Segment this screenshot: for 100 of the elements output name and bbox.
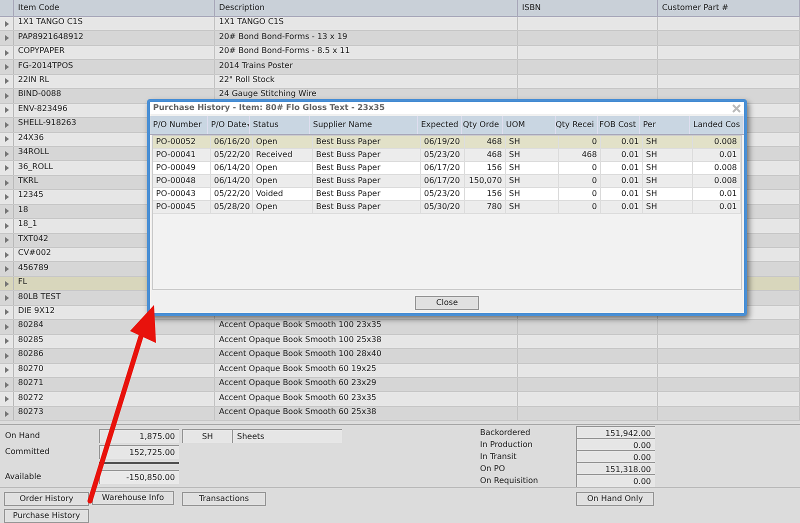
table-cell: Best Buss Paper: [316, 149, 380, 161]
column-header[interactable]: Per: [643, 119, 656, 131]
column-header[interactable]: ISBN: [522, 2, 541, 14]
close-icon[interactable]: [732, 104, 741, 112]
grid-row[interactable]: 80273 Accent Opaque Book Smooth 60 25x38: [0, 406, 800, 422]
expand-icon[interactable]: [4, 280, 8, 287]
expand-icon[interactable]: [4, 352, 8, 359]
table-row[interactable]: PO-00048 06/14/20 Open Best Buss Paper 06/17/20 150,070 SH 0 0.01 SH 0.008: [153, 175, 741, 188]
table-cell: SH: [646, 136, 658, 148]
grid-row[interactable]: PAP8921648912 20# Bond Bond-Forms - 13 x 19: [0, 31, 800, 46]
column-header[interactable]: FOB Cost: [599, 119, 636, 131]
table-cell: 0: [592, 188, 597, 200]
button[interactable]: Order History: [4, 492, 89, 506]
value-field: SH: [182, 429, 232, 444]
grid-row[interactable]: 1X1 TANGO C1S 1X1 TANGO C1S: [0, 17, 800, 32]
column-header[interactable]: Qty Orde: [462, 119, 499, 131]
column-header[interactable]: Landed Cos: [693, 119, 740, 131]
column-header[interactable]: Supplier Name: [313, 119, 372, 131]
grid-row[interactable]: 80285 Accent Opaque Book Smooth 100 25x38: [0, 334, 800, 350]
table-cell: Accent Opaque Book Smooth 60 19x25: [219, 364, 376, 375]
value-field: -150,850.00: [99, 470, 179, 484]
table-cell: Accent Opaque Book Smooth 100 23x35: [219, 320, 382, 332]
expand-icon[interactable]: [4, 78, 8, 84]
table-cell: 18: [18, 204, 28, 216]
table-cell: 80271: [18, 378, 44, 390]
grid-row[interactable]: 80272 Accent Opaque Book Smooth 60 23x35: [0, 392, 800, 407]
expand-icon[interactable]: [4, 396, 8, 402]
expand-icon[interactable]: [4, 237, 8, 244]
expand-icon[interactable]: [4, 324, 8, 330]
expand-icon[interactable]: [4, 136, 8, 142]
table-cell: Accent Opaque Book Smooth 100 25x38: [219, 334, 382, 346]
expand-icon[interactable]: [4, 122, 8, 128]
expand-icon[interactable]: [4, 92, 8, 99]
expand-icon[interactable]: [4, 266, 8, 272]
table-cell: 20# Bond Bond-Forms - 8.5 x 11: [219, 46, 350, 58]
grid-row[interactable]: 80284 Accent Opaque Book Smooth 100 23x35: [0, 320, 800, 335]
table-cell: SH: [646, 149, 658, 161]
expand-icon[interactable]: [4, 410, 8, 417]
column-header[interactable]: Customer Part #: [662, 2, 728, 14]
table-cell: 06/14/20: [214, 175, 250, 187]
expand-icon[interactable]: [4, 180, 8, 186]
table-row[interactable]: PO-00049 06/14/20 Open Best Buss Paper 06/17/20 156 SH 0 0.01 SH 0.008: [153, 162, 741, 175]
column-header[interactable]: Status: [253, 119, 278, 131]
close-button[interactable]: Close: [415, 296, 479, 310]
value-field: 152,725.00: [99, 445, 179, 460]
table-cell: ENV-823496: [18, 104, 68, 115]
expand-icon[interactable]: [4, 252, 8, 258]
grid-row[interactable]: 80286 Accent Opaque Book Smooth 100 28x40: [0, 349, 800, 364]
table-cell: SH: [509, 162, 520, 174]
expand-icon[interactable]: [4, 35, 8, 42]
table-cell: Best Buss Paper: [316, 162, 380, 174]
expand-icon[interactable]: [4, 20, 8, 27]
grid-row[interactable]: 22IN RL 22" Roll Stock: [0, 74, 800, 90]
column-header[interactable]: P/O Number: [153, 119, 202, 131]
table-row[interactable]: PO-00041 05/22/20 Received Best Buss Paper 05/23/20 468 SH 468 0.01 SH 0.01: [153, 149, 741, 162]
expand-icon[interactable]: [4, 309, 8, 316]
expand-icon[interactable]: [4, 150, 8, 157]
table-cell: 36_ROLL: [18, 161, 53, 173]
table-cell: 0.01: [719, 149, 737, 161]
expand-icon[interactable]: [4, 208, 8, 214]
button[interactable]: On Hand Only: [576, 492, 654, 506]
grid-row[interactable]: COPYPAPER 20# Bond Bond-Forms - 8.5 x 11: [0, 46, 800, 60]
table-cell: 0.008: [714, 162, 737, 174]
grid-row[interactable]: 80271 Accent Opaque Book Smooth 60 23x29: [0, 378, 800, 392]
expand-icon[interactable]: [4, 107, 8, 114]
column-header[interactable]: Qty Recei: [556, 119, 594, 131]
grid-row[interactable]: 80270 Accent Opaque Book Smooth 60 19x25: [0, 364, 800, 378]
grid-row[interactable]: FG-2014TPOS 2014 Trains Poster: [0, 60, 800, 75]
column-header[interactable]: P/O Date: [211, 119, 246, 131]
column-header[interactable]: Expected: [421, 119, 458, 131]
table-cell: 468: [582, 149, 597, 161]
table-cell: 0.01: [719, 188, 737, 200]
table-cell: COPYPAPER: [18, 46, 65, 58]
expand-icon[interactable]: [4, 165, 8, 172]
table-row[interactable]: PO-00045 05/28/20 Open Best Buss Paper 05/30/20 780 SH 0 0.01 SH 0.01: [153, 201, 741, 214]
column-header[interactable]: Description: [219, 2, 265, 14]
expand-icon[interactable]: [4, 50, 8, 56]
expand-icon[interactable]: [4, 295, 8, 302]
table-cell: PO-00052: [156, 136, 196, 148]
table-cell: SH: [509, 175, 520, 187]
table-row[interactable]: PO-00052 06/16/20 Open Best Buss Paper 06/19/20 468 SH 0 0.01 SH 0.008: [153, 136, 741, 149]
expand-icon[interactable]: [4, 382, 8, 388]
column-header[interactable]: Item Code: [18, 2, 60, 14]
table-cell: Accent Opaque Book Smooth 60 25x38: [219, 406, 376, 418]
expand-icon[interactable]: [4, 194, 8, 200]
button[interactable]: Transactions: [182, 492, 266, 506]
table-cell: SH: [509, 188, 520, 200]
table-cell: 0.008: [714, 175, 737, 187]
table-row[interactable]: PO-00043 05/22/20 Voided Best Buss Paper 05/23/20 156 SH 0 0.01 SH 0.01: [153, 188, 741, 201]
expand-icon[interactable]: [4, 222, 8, 229]
button[interactable]: Warehouse Info: [92, 491, 174, 506]
table-cell: FL: [18, 276, 28, 288]
expand-icon[interactable]: [4, 367, 8, 374]
table-cell: 18_1: [18, 219, 38, 230]
table-cell: 468: [486, 136, 502, 148]
expand-icon[interactable]: [4, 64, 8, 70]
button[interactable]: Purchase History: [4, 509, 89, 523]
column-header[interactable]: UOM: [506, 119, 526, 131]
expand-icon[interactable]: [4, 338, 8, 344]
table-cell: 34ROLL: [18, 146, 49, 158]
